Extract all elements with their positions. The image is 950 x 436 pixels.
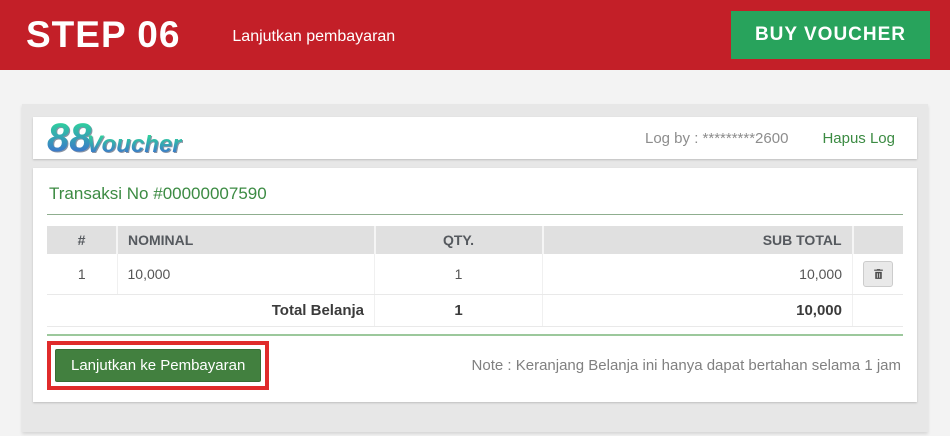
logo-88-text: 88 <box>47 121 92 155</box>
total-subtotal: 10,000 <box>543 295 853 327</box>
table-bottom-divider <box>47 334 903 336</box>
total-qty: 1 <box>375 295 543 327</box>
column-header-num: # <box>47 226 117 254</box>
step-subtitle: Lanjutkan pembayaran <box>232 28 395 46</box>
cell-nominal: 10,000 <box>117 254 375 295</box>
footer-row: Lanjutkan ke Pembayaran Note : Keranjang… <box>47 341 903 390</box>
delete-row-button[interactable] <box>863 261 893 287</box>
cell-num: 1 <box>47 254 117 295</box>
cell-subtotal: 10,000 <box>543 254 853 295</box>
cell-qty: 1 <box>375 254 543 295</box>
lanjutkan-pembayaran-button[interactable]: Lanjutkan ke Pembayaran <box>55 349 261 382</box>
heading-divider <box>47 214 903 215</box>
total-label: Total Belanja <box>47 295 375 327</box>
table-total-row: Total Belanja 1 10,000 <box>47 295 903 327</box>
column-header-action <box>853 226 904 254</box>
table-row: 1 10,000 1 10,000 <box>47 254 903 295</box>
hapus-log-link[interactable]: Hapus Log <box>822 130 895 147</box>
cell-action <box>853 254 904 295</box>
table-header-row: # NOMINAL QTY. SUB TOTAL <box>47 226 903 254</box>
logo-voucher-text: Voucher <box>87 135 182 155</box>
card-content: Transaksi No #00000007590 # NOMINAL QTY.… <box>33 168 917 402</box>
buy-voucher-button[interactable]: BUY VOUCHER <box>731 11 930 59</box>
88voucher-logo[interactable]: 88 Voucher <box>47 121 182 155</box>
trash-icon <box>872 267 885 281</box>
transaction-title: Transaksi No #00000007590 <box>47 180 903 214</box>
voucher-card: 88 Voucher Log by : *********2600 Hapus … <box>22 104 928 432</box>
highlight-box: Lanjutkan ke Pembayaran <box>47 341 269 390</box>
cart-table: # NOMINAL QTY. SUB TOTAL 1 10,000 1 10,0… <box>47 226 903 327</box>
step-title: STEP 06 <box>26 14 180 56</box>
step-banner: STEP 06 Lanjutkan pembayaran BUY VOUCHER <box>0 0 950 70</box>
cart-note: Note : Keranjang Belanja ini hanya dapat… <box>472 357 903 374</box>
log-by-text: Log by : *********2600 <box>645 130 788 147</box>
column-header-qty: QTY. <box>375 226 543 254</box>
column-header-subtotal: SUB TOTAL <box>543 226 853 254</box>
column-header-nominal: NOMINAL <box>117 226 375 254</box>
total-action-empty <box>853 295 904 327</box>
card-header: 88 Voucher Log by : *********2600 Hapus … <box>33 117 917 159</box>
